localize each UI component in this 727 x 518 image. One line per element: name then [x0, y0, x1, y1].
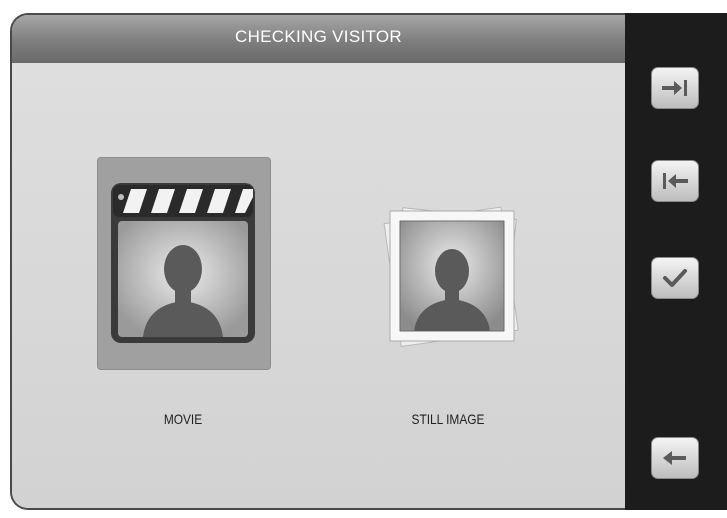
still-image-label: STILL IMAGE [411, 411, 485, 427]
main-screen: CHECKING VISITOR MOVIE STILL IMAGE [10, 13, 625, 510]
arrow-to-end-icon [662, 80, 687, 96]
skip-back-button[interactable] [651, 160, 699, 202]
checkmark-icon [663, 269, 687, 287]
confirm-button[interactable] [651, 257, 699, 299]
back-button[interactable] [651, 437, 699, 479]
device-frame: CHECKING VISITOR MOVIE STILL IMAGE [0, 0, 727, 518]
skip-forward-button[interactable] [651, 67, 699, 109]
movie-label: MOVIE [163, 411, 203, 427]
photo-stack-icon [383, 206, 519, 348]
still-image-option[interactable] [370, 191, 530, 361]
arrow-to-start-icon [663, 173, 688, 189]
back-arrow-icon [663, 451, 686, 465]
movie-clapper-icon [111, 183, 255, 343]
content-area: MOVIE STILL IMAGE [12, 63, 625, 508]
title-bar: CHECKING VISITOR [12, 15, 625, 64]
side-control-panel [625, 13, 727, 510]
page-title: CHECKING VISITOR [235, 27, 402, 46]
movie-option[interactable] [97, 157, 271, 370]
